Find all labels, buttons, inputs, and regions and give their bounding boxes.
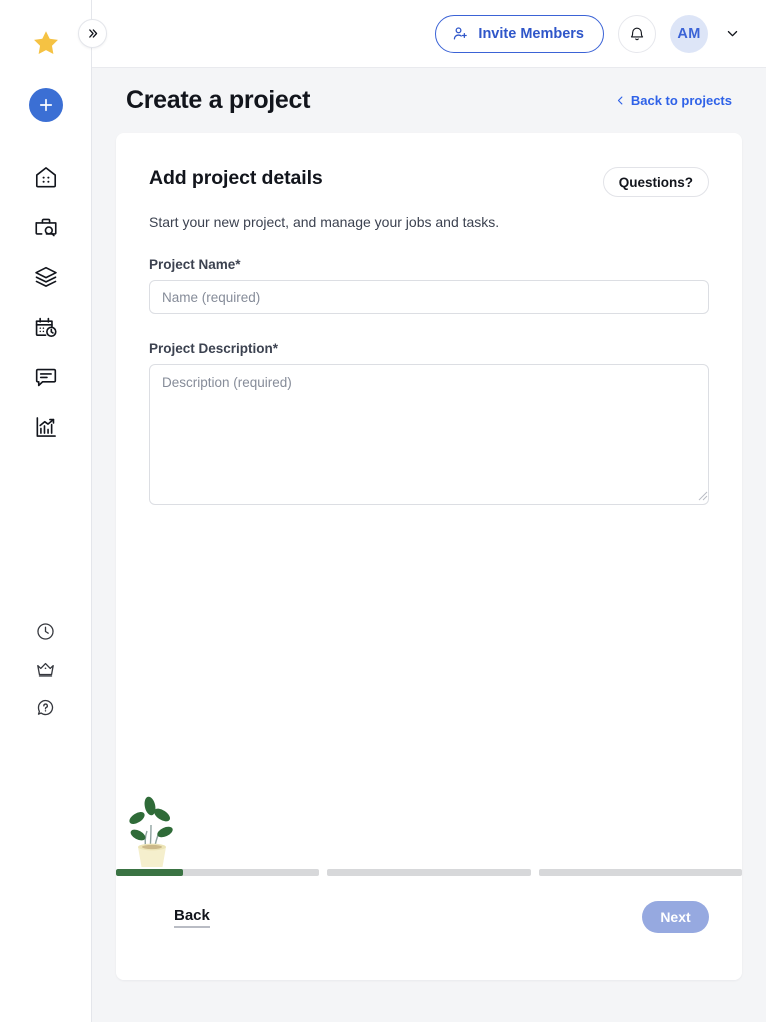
crown-icon — [37, 662, 54, 677]
sidebar-collapse-toggle[interactable] — [78, 19, 107, 48]
progress-step-3 — [538, 869, 742, 876]
sidebar-item-schedule[interactable] — [0, 302, 91, 352]
main-region: Invite Members AM Create a project Back … — [92, 0, 766, 1022]
plant-seedling-icon — [129, 796, 173, 867]
sidebar-item-time[interactable] — [0, 612, 91, 650]
sidebar-bottom-nav — [0, 612, 91, 726]
create-project-card: Add project details Questions? Start you… — [116, 133, 742, 980]
invite-members-button[interactable]: Invite Members — [435, 14, 604, 53]
chart-growth-icon — [36, 417, 56, 437]
questions-button[interactable]: Questions? — [602, 167, 709, 197]
back-to-projects-label: Back to projects — [630, 93, 732, 108]
user-avatar[interactable]: AM — [670, 14, 708, 53]
page-title: Create a project — [126, 86, 311, 114]
briefcase-search-icon — [34, 218, 57, 237]
back-to-projects-link[interactable]: Back to projects — [615, 93, 732, 108]
progress-steps — [116, 869, 742, 876]
sidebar-nav — [0, 152, 91, 452]
chevrons-right-icon — [89, 29, 98, 38]
bell-icon — [630, 27, 644, 40]
sidebar-item-jobs[interactable] — [0, 202, 91, 252]
progress-step-2 — [327, 869, 531, 876]
add-button[interactable] — [28, 88, 63, 122]
project-description-input[interactable] — [149, 364, 709, 505]
project-name-input[interactable] — [149, 280, 709, 314]
card-bottom-strip — [116, 970, 742, 980]
progress-step-1 — [116, 869, 320, 876]
invite-members-label: Invite Members — [478, 25, 584, 42]
card-header: Add project details Questions? — [149, 167, 709, 197]
clock-icon — [37, 622, 54, 640]
chevron-down-icon — [727, 30, 737, 37]
app-root: Invite Members AM Create a project Back … — [0, 0, 766, 1022]
project-name-label: Project Name* — [149, 257, 241, 272]
app-logo[interactable] — [23, 20, 69, 66]
card-subtitle: Start your new project, and manage your … — [149, 214, 500, 230]
plus-icon — [39, 98, 52, 112]
sidebar-item-projects[interactable] — [0, 252, 91, 302]
sidebar-item-messages[interactable] — [0, 352, 91, 402]
help-circle-icon — [37, 699, 54, 715]
notifications-button[interactable] — [618, 14, 656, 53]
project-description-label: Project Description* — [149, 341, 279, 356]
user-menu-toggle[interactable] — [722, 26, 742, 41]
calendar-clock-icon — [35, 317, 57, 338]
sidebar-item-help[interactable] — [0, 688, 91, 726]
page-header: Create a project Back to projects — [116, 68, 742, 133]
sidebar — [0, 0, 92, 1022]
sidebar-item-upgrade[interactable] — [0, 650, 91, 688]
layers-icon — [34, 266, 57, 287]
star-icon — [33, 31, 58, 54]
back-button[interactable]: Back — [174, 907, 210, 928]
card-footer: Back Next — [116, 876, 742, 980]
top-bar: Invite Members AM — [92, 0, 766, 68]
content-area: Create a project Back to projects Add pr… — [92, 68, 766, 1022]
sidebar-item-reports[interactable] — [0, 402, 91, 452]
next-button[interactable]: Next — [642, 901, 709, 933]
person-add-icon — [454, 27, 468, 40]
chat-icon — [35, 368, 56, 387]
card-body: Add project details Questions? Start you… — [116, 133, 742, 505]
card-title: Add project details — [149, 167, 323, 189]
chevron-left-icon — [617, 96, 623, 105]
progress-step-1-fill — [116, 869, 184, 876]
home-icon — [35, 167, 56, 188]
sidebar-item-home[interactable] — [0, 152, 91, 202]
